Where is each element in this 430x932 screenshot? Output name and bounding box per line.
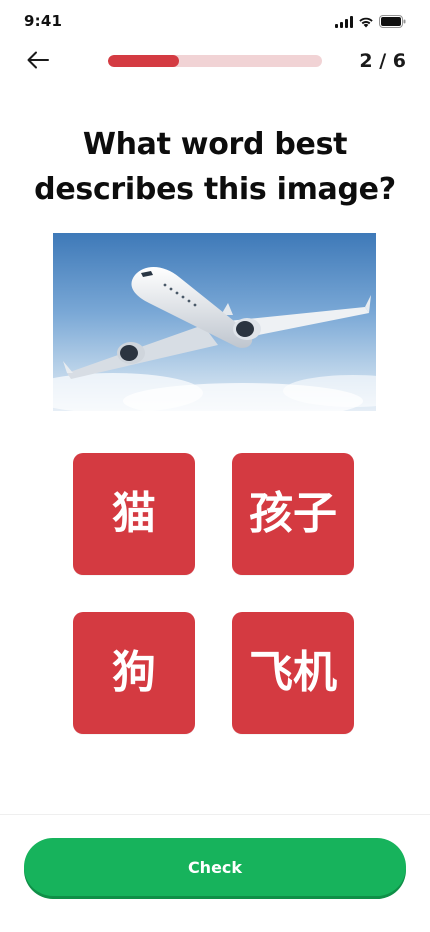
progress-bar-fill [108, 55, 180, 67]
check-button-label: Check [187, 857, 243, 877]
question-title: What word best describes this image? [30, 122, 400, 212]
status-time: 9:41 [24, 12, 63, 30]
status-icons [335, 13, 406, 32]
footer-divider [0, 814, 430, 815]
wifi-icon [358, 13, 374, 32]
airplane-image [53, 233, 376, 411]
progress-bar [108, 55, 322, 67]
option-3-label: 狗 [112, 647, 156, 698]
check-button[interactable]: Check [24, 838, 406, 896]
signal-icon [335, 13, 353, 32]
option-2-button[interactable]: 孩子 [232, 453, 354, 575]
arrow-left-icon [27, 51, 49, 73]
question-line-2: describes this image? [34, 172, 396, 207]
option-4-label: 飞机 [249, 647, 337, 698]
option-3-button[interactable]: 狗 [73, 612, 195, 734]
status-bar: 9:41 [0, 0, 430, 44]
question-line-1: What word best [82, 127, 348, 162]
option-1-button[interactable]: 猫 [73, 453, 195, 575]
option-4-button[interactable]: 飞机 [232, 612, 354, 734]
back-button[interactable] [22, 46, 54, 78]
option-1-label: 猫 [112, 488, 156, 539]
battery-icon [379, 13, 406, 32]
option-2-label: 孩子 [249, 488, 337, 539]
step-counter: 2 / 6 [359, 50, 406, 72]
